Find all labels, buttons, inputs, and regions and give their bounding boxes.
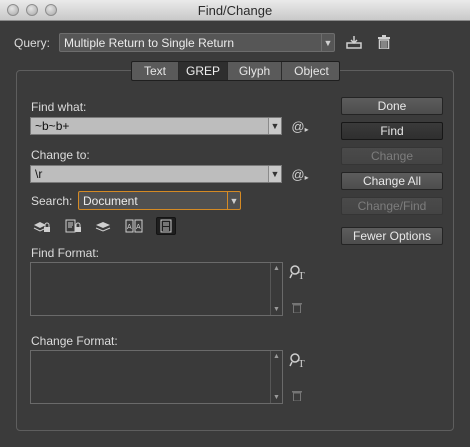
find-what-value: ~b~b+ (35, 119, 70, 133)
chevron-down-icon[interactable]: ▼ (268, 118, 281, 134)
locked-layers-icon[interactable] (32, 217, 52, 235)
chevron-down-icon[interactable]: ▼ (268, 166, 281, 182)
search-label: Search: (31, 194, 73, 208)
locked-stories-icon[interactable] (63, 217, 83, 235)
search-scope-selected: Document (83, 194, 138, 208)
find-what-input[interactable]: ~b~b+ ▼ (30, 117, 282, 135)
find-format-label: Find Format: (31, 246, 100, 260)
chevron-down-icon: ▼ (321, 34, 334, 51)
change-all-button[interactable]: Change All (341, 172, 443, 190)
change-to-input[interactable]: \r ▼ (30, 165, 282, 183)
tab-glyph[interactable]: Glyph (228, 62, 282, 80)
scrollbar[interactable]: ▲ ▼ (270, 263, 282, 315)
scroll-up-icon[interactable]: ▲ (273, 353, 280, 360)
change-format-box[interactable]: ▲ ▼ (30, 350, 283, 404)
change-format-label: Change Format: (31, 334, 118, 348)
fewer-options-button[interactable]: Fewer Options (341, 227, 443, 245)
change-button[interactable]: Change (341, 147, 443, 165)
trash-icon[interactable] (375, 33, 393, 51)
special-characters-icon[interactable]: @ ▸ (289, 165, 311, 183)
special-characters-icon[interactable]: @ ▸ (289, 117, 311, 135)
chevron-down-icon: ▼ (227, 192, 240, 209)
save-query-icon[interactable] (344, 33, 364, 51)
clear-change-format-icon[interactable] (290, 387, 304, 403)
specify-change-format-icon[interactable]: T (289, 351, 307, 369)
specify-find-format-icon[interactable]: T (289, 263, 307, 281)
search-scope-dropdown[interactable]: Document ▼ (78, 191, 241, 210)
window-title: Find/Change (197, 3, 273, 18)
svg-text:A: A (127, 224, 132, 231)
svg-text:T: T (298, 270, 305, 280)
query-label: Query: (14, 36, 51, 50)
query-selected: Multiple Return to Single Return (64, 36, 235, 50)
svg-text:T: T (298, 358, 305, 368)
change-find-button[interactable]: Change/Find (341, 197, 443, 215)
change-to-label: Change to: (31, 148, 90, 162)
find-button[interactable]: Find (341, 122, 443, 140)
clear-find-format-icon[interactable] (290, 299, 304, 315)
tab-grep[interactable]: GREP (179, 62, 228, 80)
query-dropdown[interactable]: Multiple Return to Single Return ▼ (59, 33, 335, 52)
find-format-box[interactable]: ▲ ▼ (30, 262, 283, 316)
change-to-value: \r (35, 167, 43, 181)
find-what-label: Find what: (31, 100, 87, 114)
scroll-up-icon[interactable]: ▲ (273, 265, 280, 272)
tab-object[interactable]: Object (282, 62, 339, 80)
hidden-layers-icon[interactable] (93, 217, 113, 235)
title-bar: Find/Change (0, 0, 470, 21)
svg-text:A: A (136, 224, 141, 231)
scrollbar[interactable]: ▲ ▼ (270, 351, 282, 403)
master-pages-icon[interactable]: AA (124, 217, 144, 235)
scroll-down-icon[interactable]: ▼ (273, 306, 280, 313)
tab-text[interactable]: Text (132, 62, 179, 80)
scroll-down-icon[interactable]: ▼ (273, 394, 280, 401)
footnotes-icon[interactable] (156, 217, 176, 235)
done-button[interactable]: Done (341, 97, 443, 115)
tab-bar: Text GREP Glyph Object (131, 61, 340, 81)
